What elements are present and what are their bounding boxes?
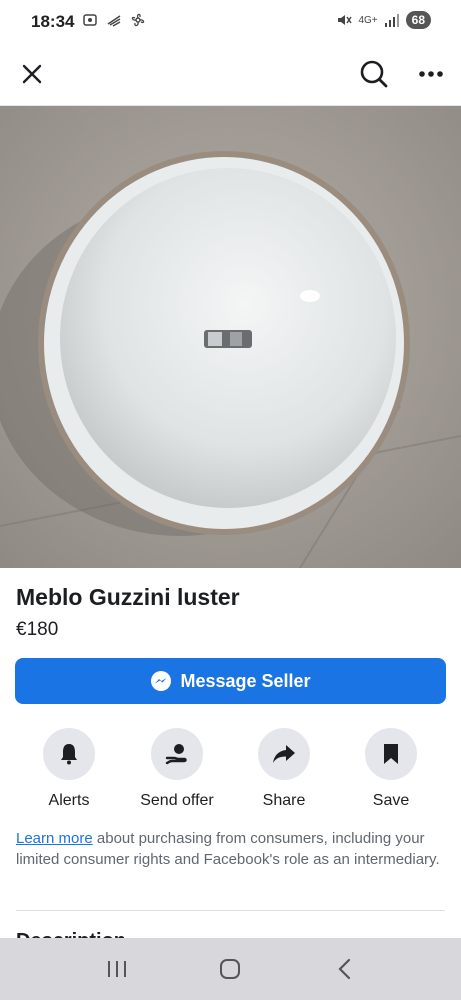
save-button[interactable]: Save: [336, 728, 446, 810]
signal-icon: [384, 14, 399, 27]
home-button[interactable]: [210, 949, 250, 989]
save-circle: [365, 728, 417, 780]
bell-icon: [61, 744, 77, 765]
screenshot-icon: [83, 14, 97, 26]
home-icon: [220, 959, 241, 979]
share-label: Share: [262, 792, 306, 809]
action-row: Alerts Send offer Share Save: [0, 728, 461, 818]
listing-price: €180: [16, 619, 59, 640]
network-type: 4G+: [358, 14, 378, 26]
top-app-bar: [0, 46, 461, 106]
save-label: Save: [372, 792, 410, 809]
battery-indicator: 68: [405, 11, 431, 29]
alerts-button[interactable]: Alerts: [14, 728, 124, 810]
listing-title: Meblo Guzzini luster: [16, 584, 240, 610]
learn-more-link[interactable]: Learn more: [16, 830, 93, 847]
status-notification-icons: [82, 12, 146, 28]
status-time: 18:34: [31, 12, 75, 31]
system-navigation-bar: [0, 938, 461, 1000]
lamp-photo-illustration: [0, 106, 461, 568]
share-circle: [258, 728, 310, 780]
listing-photo[interactable]: [0, 106, 461, 568]
send-offer-circle: [151, 728, 203, 780]
send-offer-label: Send offer: [140, 792, 214, 809]
status-bar: 18:34 4G+ 68: [0, 0, 461, 46]
message-seller-label: Message Seller: [180, 670, 311, 691]
alerts-label: Alerts: [48, 792, 90, 809]
share-button[interactable]: Share: [229, 728, 339, 810]
send-offer-icon: [165, 744, 187, 765]
recents-button[interactable]: [97, 949, 137, 989]
share-icon: [273, 745, 295, 763]
bookmark-icon: [384, 744, 398, 764]
section-divider: [16, 910, 445, 911]
search-button[interactable]: [356, 56, 392, 92]
close-icon: [22, 64, 42, 84]
purchase-disclaimer: Learn more about purchasing from consume…: [16, 828, 446, 870]
back-button[interactable]: [324, 949, 364, 989]
close-button[interactable]: [16, 58, 48, 90]
status-system-icons: 4G+ 68: [336, 11, 431, 29]
send-offer-button[interactable]: Send offer: [122, 728, 232, 810]
fan-icon: [131, 13, 145, 27]
message-seller-button[interactable]: Message Seller: [15, 658, 446, 704]
mute-icon: [338, 15, 353, 25]
messenger-icon: [151, 671, 172, 691]
more-options-button[interactable]: [414, 58, 448, 90]
alerts-circle: [43, 728, 95, 780]
hotspot-icon: [107, 15, 121, 27]
recents-icon: [107, 961, 126, 977]
search-icon: [360, 60, 388, 88]
back-icon: [338, 958, 351, 980]
more-options-icon: [419, 71, 443, 77]
